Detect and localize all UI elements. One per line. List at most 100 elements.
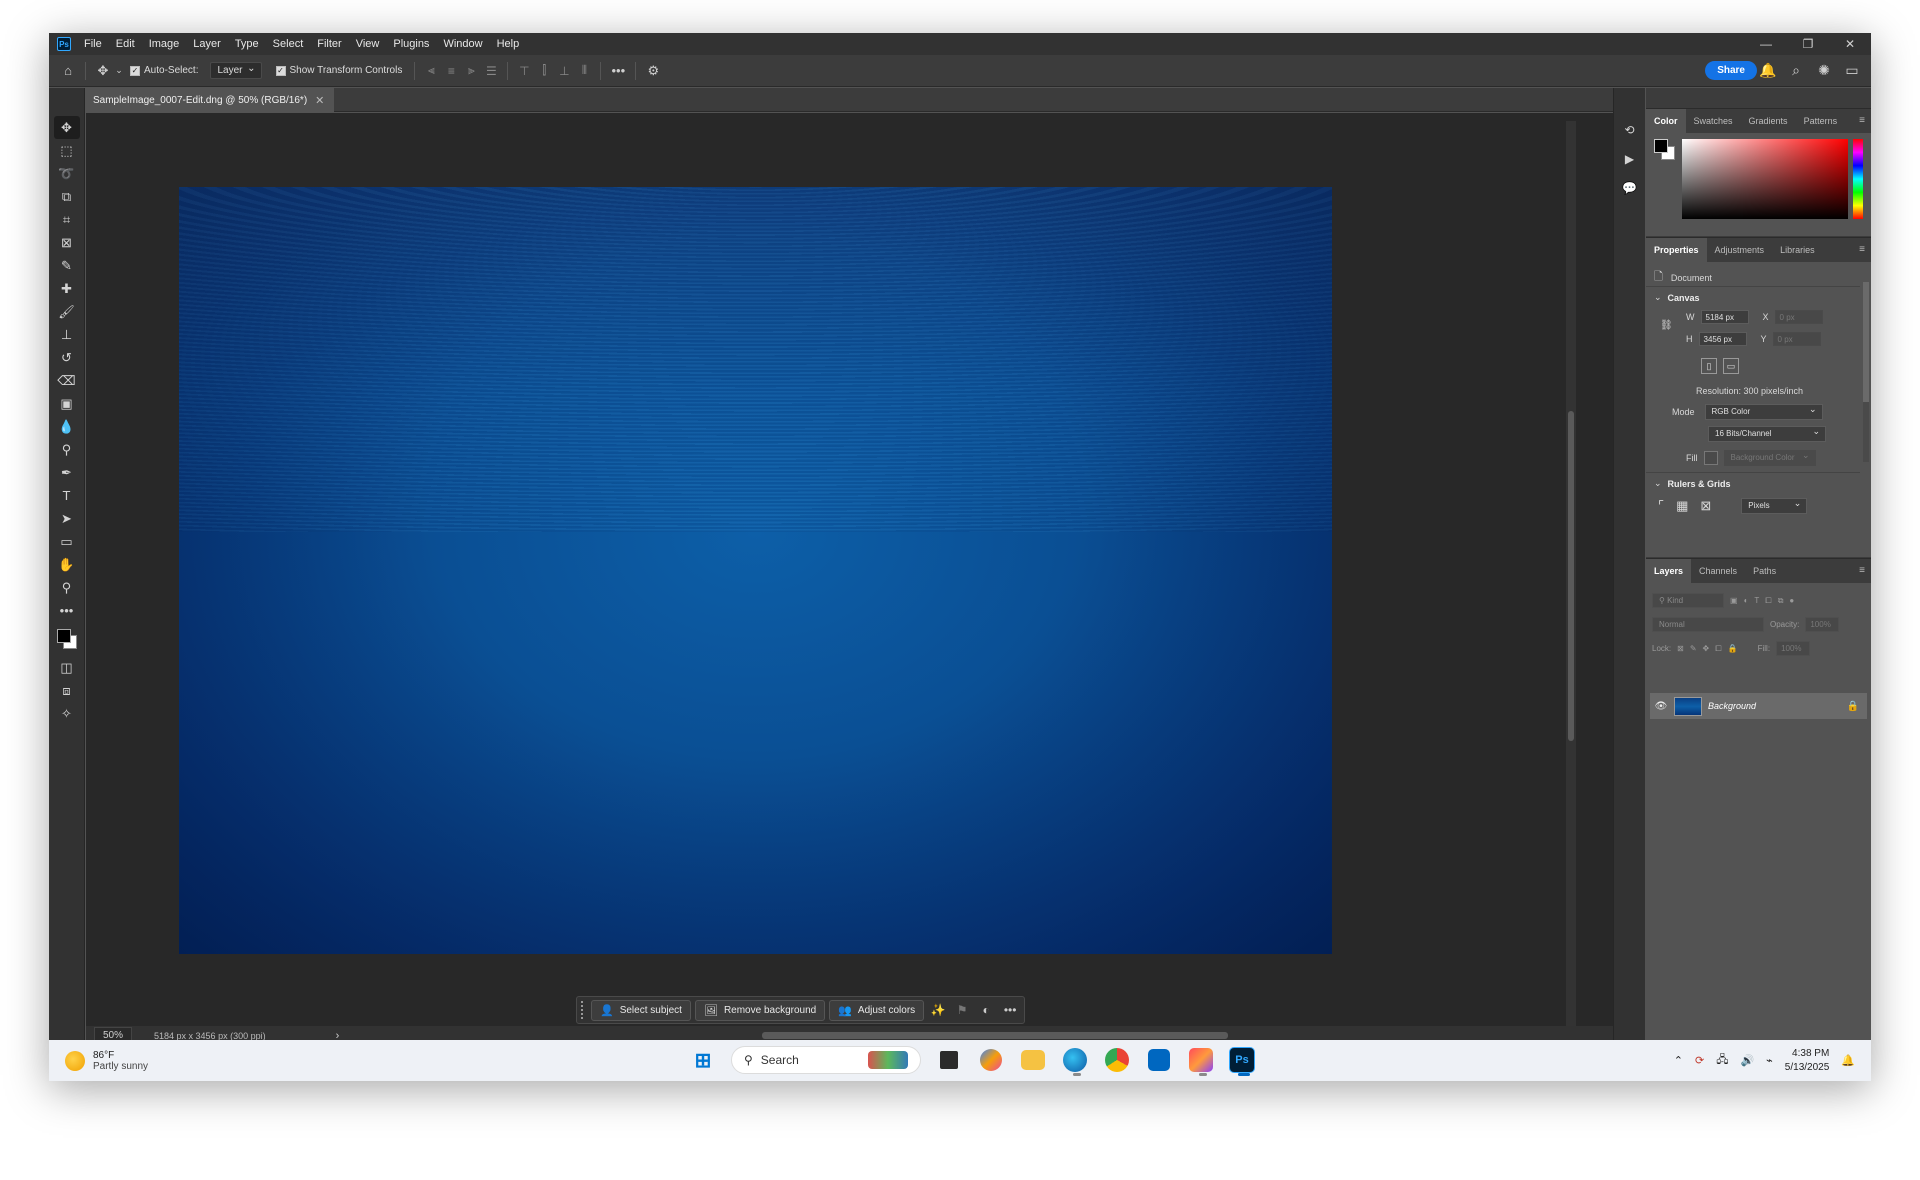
tab-paths[interactable]: Paths: [1745, 559, 1784, 583]
file-explorer-icon[interactable]: [1021, 1050, 1045, 1070]
canvas-section-header[interactable]: ⌄ Canvas: [1654, 292, 1700, 303]
tab-patterns[interactable]: Patterns: [1796, 109, 1846, 133]
discover-icon[interactable]: ✺: [1813, 60, 1835, 82]
tab-channels[interactable]: Channels: [1691, 559, 1745, 583]
bit-depth-select[interactable]: 16 Bits/Channel: [1708, 426, 1826, 442]
start-windows-icon[interactable]: ⊞: [689, 1046, 717, 1074]
adjust-colors-button[interactable]: 👥 Adjust colors: [829, 999, 925, 1021]
align-center-icon[interactable]: ≡: [441, 61, 461, 81]
menu-filter[interactable]: Filter: [310, 38, 348, 50]
mode-select[interactable]: RGB Color: [1704, 404, 1823, 420]
creative-cloud-icon[interactable]: [1189, 1048, 1213, 1076]
history-icon[interactable]: ⟲: [1617, 118, 1643, 141]
battery-icon[interactable]: ⌁: [1766, 1054, 1773, 1067]
generative-icon[interactable]: ✧: [54, 702, 80, 725]
object-selection-tool-icon[interactable]: ⧉: [54, 185, 80, 208]
filter-toggle-icon[interactable]: ●: [1789, 596, 1794, 605]
type-tool-icon[interactable]: T: [54, 484, 80, 507]
lock-pixels-icon[interactable]: ✎: [1690, 644, 1697, 653]
close-icon[interactable]: ✕: [315, 94, 324, 107]
scroll-thumb[interactable]: [762, 1032, 1228, 1039]
task-view-icon[interactable]: [940, 1051, 958, 1069]
filter-pixel-icon[interactable]: ▣: [1730, 596, 1738, 605]
canvas-workspace[interactable]: 👤 Select subject 🖼 Remove background 👥 A…: [86, 113, 1613, 1026]
link-icon[interactable]: ⛓: [1660, 320, 1673, 331]
menu-view[interactable]: View: [349, 38, 387, 50]
contrast-icon[interactable]: ◐: [976, 1000, 996, 1020]
sparkle-icon[interactable]: ✨: [928, 1000, 948, 1020]
menu-plugins[interactable]: Plugins: [386, 38, 436, 50]
blur-tool-icon[interactable]: 💧: [54, 415, 80, 438]
clone-stamp-tool-icon[interactable]: ⊥: [54, 323, 80, 346]
eyedropper-tool-icon[interactable]: ✎: [54, 254, 80, 277]
search-icon[interactable]: ⌕: [1785, 60, 1807, 82]
gear-icon[interactable]: ⚙: [642, 60, 664, 82]
restore-icon[interactable]: ❐: [1787, 33, 1829, 55]
panel-menu-icon[interactable]: ≡: [1859, 115, 1865, 126]
edge-icon[interactable]: [1063, 1048, 1087, 1076]
history-brush-tool-icon[interactable]: ↺: [54, 346, 80, 369]
minimize-icon[interactable]: —: [1745, 33, 1787, 55]
frame-tool-icon[interactable]: ⊠: [54, 231, 80, 254]
visibility-eye-icon[interactable]: 👁: [1654, 701, 1668, 712]
width-input[interactable]: 5184 px: [1700, 310, 1749, 324]
lock-icon[interactable]: 🔒: [1847, 701, 1859, 712]
comments-icon[interactable]: 💬: [1617, 176, 1643, 199]
remove-background-button[interactable]: 🖼 Remove background: [694, 999, 826, 1021]
chevron-down-icon[interactable]: ⌄: [114, 60, 124, 82]
properties-scrollbar[interactable]: [1863, 282, 1869, 462]
actions-play-icon[interactable]: ▶: [1617, 147, 1643, 170]
distribute-vertical-icon[interactable]: ⦀: [574, 61, 594, 81]
chrome-icon[interactable]: [1105, 1048, 1129, 1072]
menu-layer[interactable]: Layer: [186, 38, 228, 50]
units-select[interactable]: Pixels: [1741, 498, 1808, 514]
align-top-icon[interactable]: ⊤: [514, 61, 534, 81]
foreground-background-swatches[interactable]: [54, 626, 80, 656]
weather-widget[interactable]: 86°F Partly sunny: [65, 1050, 148, 1072]
auto-select-dropdown[interactable]: Layer: [210, 62, 262, 79]
lock-transparency-icon[interactable]: ⊠: [1677, 644, 1684, 653]
photoshop-taskbar-icon[interactable]: Ps: [1229, 1047, 1255, 1076]
fill-input[interactable]: 100%: [1776, 641, 1811, 656]
underwater-image[interactable]: [179, 187, 1332, 954]
select-subject-button[interactable]: 👤 Select subject: [591, 999, 691, 1021]
show-transform-checkbox[interactable]: ✓ Show Transform Controls: [275, 65, 402, 76]
document-tab[interactable]: SampleImage_0007-Edit.dng @ 50% (RGB/16*…: [85, 88, 335, 112]
bell-icon[interactable]: 🔔: [1757, 60, 1779, 82]
tab-properties[interactable]: Properties: [1646, 238, 1707, 262]
move-tool-icon[interactable]: ✥: [92, 60, 114, 82]
rulers-section-header[interactable]: ⌄ Rulers & Grids: [1654, 478, 1731, 489]
align-middle-icon[interactable]: ⫿: [534, 61, 554, 81]
blend-mode-select[interactable]: Normal: [1652, 617, 1764, 632]
opacity-input[interactable]: 100%: [1805, 617, 1840, 632]
hue-slider[interactable]: [1853, 139, 1863, 219]
flag-icon[interactable]: ⚑: [952, 1000, 972, 1020]
crop-tool-icon[interactable]: ⌗: [54, 208, 80, 231]
lock-position-icon[interactable]: ✥: [1703, 644, 1710, 653]
path-selection-tool-icon[interactable]: ➤: [54, 507, 80, 530]
tab-layers[interactable]: Layers: [1646, 559, 1692, 583]
kind-filter-select[interactable]: ⚲ Kind: [1652, 593, 1724, 608]
share-button[interactable]: Share: [1705, 61, 1757, 80]
menu-edit[interactable]: Edit: [109, 38, 142, 50]
y-input[interactable]: 0 px: [1772, 332, 1821, 346]
menu-image[interactable]: Image: [142, 38, 187, 50]
close-window-icon[interactable]: ✕: [1829, 33, 1871, 55]
tab-swatches[interactable]: Swatches: [1686, 109, 1741, 133]
workspace-icon[interactable]: ▭: [1841, 60, 1863, 82]
menu-file[interactable]: File: [77, 38, 109, 50]
scroll-thumb[interactable]: [1568, 411, 1574, 741]
quick-mask-icon[interactable]: ◫: [54, 656, 80, 679]
color-field[interactable]: [1682, 139, 1848, 219]
sync-icon[interactable]: ⟳: [1695, 1054, 1704, 1067]
lock-all-icon[interactable]: 🔒: [1728, 644, 1738, 653]
taskbar-search[interactable]: ⚲ Search: [731, 1046, 921, 1074]
home-icon[interactable]: ⌂: [57, 60, 79, 82]
chevron-up-icon[interactable]: ⌃: [1674, 1054, 1683, 1067]
copilot-icon[interactable]: [980, 1049, 1002, 1071]
height-input[interactable]: 3456 px: [1698, 332, 1747, 346]
drag-handle-icon[interactable]: [581, 1001, 587, 1019]
color-swatches[interactable]: [1654, 139, 1678, 163]
x-input[interactable]: 0 px: [1774, 310, 1823, 324]
scroll-thumb[interactable]: [1863, 282, 1869, 402]
